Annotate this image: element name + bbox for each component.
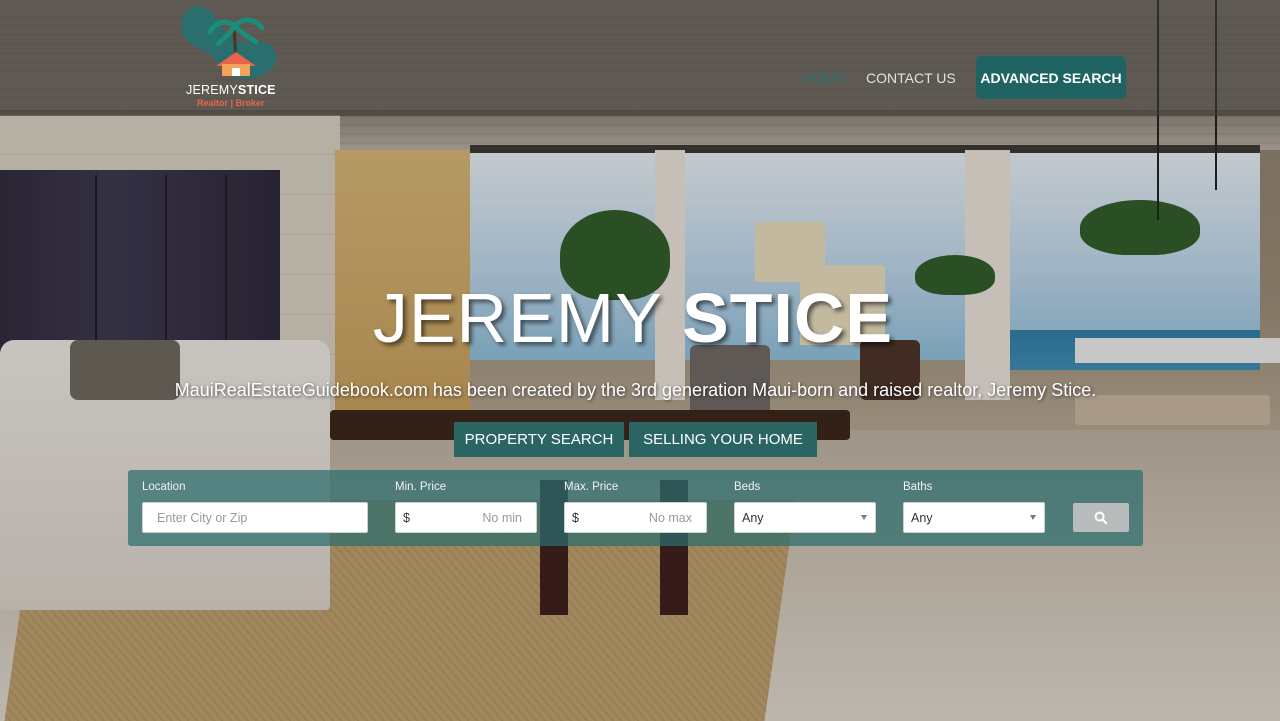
advanced-search-button[interactable]: ADVANCED SEARCH — [976, 56, 1126, 99]
location-label: Location — [142, 481, 186, 493]
max-price-input[interactable]: $ No max — [564, 502, 707, 533]
min-price-currency: $ — [403, 510, 410, 525]
location-placeholder: Enter City or Zip — [157, 510, 248, 525]
baths-label: Baths — [903, 481, 933, 493]
chevron-down-icon — [1030, 515, 1036, 520]
min-price-input[interactable]: $ No min — [395, 502, 537, 533]
hero-title: JEREMY STICE — [0, 278, 1266, 358]
search-submit-button[interactable] — [1073, 503, 1129, 532]
search-icon — [1094, 511, 1108, 524]
chevron-down-icon — [861, 515, 867, 520]
nav-home-link[interactable]: HOME — [803, 56, 845, 99]
max-price-currency: $ — [572, 510, 579, 525]
baths-value: Any — [911, 510, 933, 525]
max-price-label: Max. Price — [564, 481, 619, 493]
baths-select[interactable]: Any — [903, 502, 1045, 533]
selling-your-home-button[interactable]: SELLING YOUR HOME — [629, 422, 817, 457]
hero-title-last: STICE — [681, 279, 894, 357]
hero-subtitle: MauiRealEstateGuidebook.com has been cre… — [174, 380, 1097, 400]
min-price-placeholder: No min — [482, 510, 522, 525]
max-price-placeholder: No max — [648, 510, 692, 525]
location-input[interactable]: Enter City or Zip — [142, 502, 368, 533]
beds-value: Any — [742, 510, 764, 525]
beds-label: Beds — [734, 481, 761, 493]
logo-tagline: Realtor | Broker — [197, 98, 265, 108]
beds-select[interactable]: Any — [734, 502, 876, 533]
property-search-button[interactable]: PROPERTY SEARCH — [454, 422, 624, 457]
logo-wordmark: JEREMYSTICE — [186, 83, 276, 97]
maui-island-logo-icon — [181, 6, 277, 79]
min-price-label: Min. Price — [395, 481, 447, 493]
nav-contact-link[interactable]: CONTACT US — [866, 56, 956, 99]
site-logo[interactable]: JEREMYSTICE Realtor | Broker — [178, 4, 290, 108]
hero-title-first: JEREMY — [372, 279, 662, 357]
site-header: JEREMYSTICE Realtor | Broker HOME CONTAC… — [0, 0, 1280, 116]
